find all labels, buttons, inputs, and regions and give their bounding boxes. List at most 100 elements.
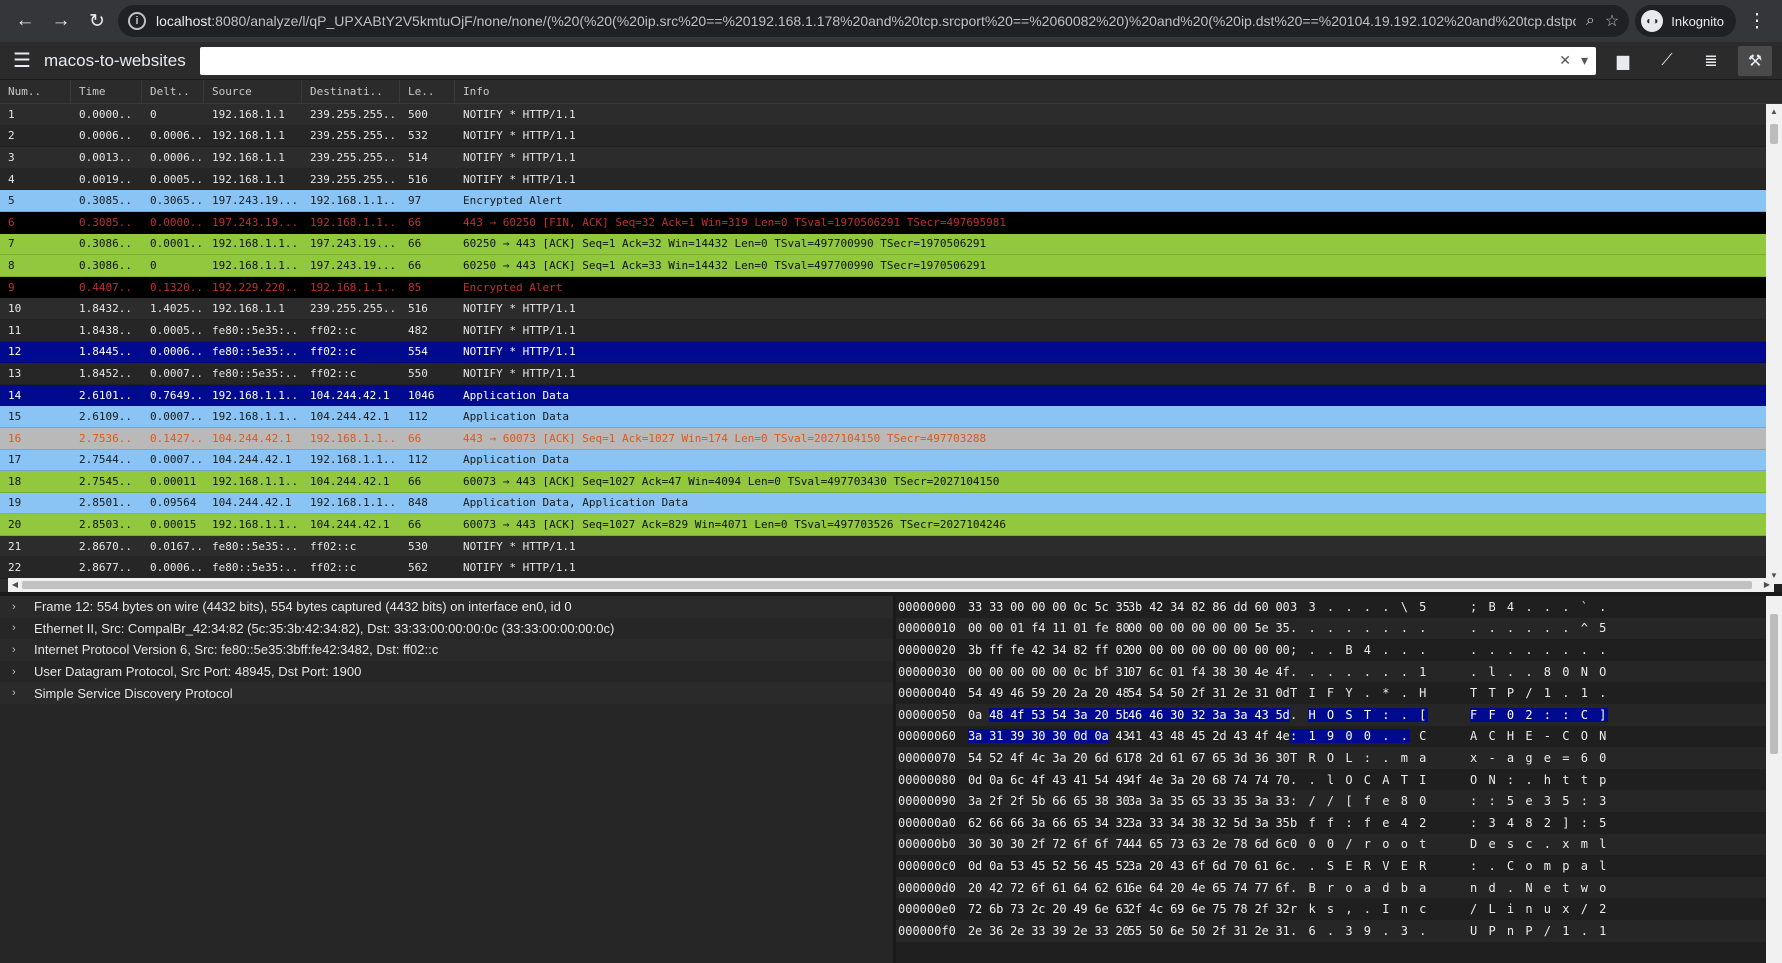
profile-button[interactable]: ◐◑ Inkognito bbox=[1635, 5, 1736, 37]
hex-offset: 000000f0 bbox=[898, 923, 956, 938]
clear-filter-icon[interactable]: ✕ bbox=[1559, 52, 1571, 69]
column-header[interactable]: Num.. bbox=[0, 80, 71, 103]
chevron-right-icon[interactable]: › bbox=[12, 644, 24, 656]
scroll-up-icon[interactable]: ▲ bbox=[1766, 104, 1782, 120]
hex-row[interactable]: 00000050 0a 48 4f 53 54 3a 20 5b 46 46 30 … bbox=[896, 703, 1782, 726]
packet-row[interactable]: 3 0.0013.. 0.0006.. 192.168.1.1 239.255.255.… bbox=[0, 147, 1766, 169]
packet-row[interactable]: 17 2.7544.. 0.0007.. 104.244.42.1 192.168.1.… bbox=[0, 449, 1766, 472]
packet-row[interactable]: 1 0.0000.. 0 192.168.1.1 239.255.255.. 500 NOT… bbox=[0, 104, 1766, 126]
packet-row[interactable]: 12 1.8445.. 0.0006.. fe80::5e35:.. ff02::c 55… bbox=[0, 341, 1766, 364]
open-file-icon[interactable]: ▆ bbox=[1606, 46, 1640, 76]
packet-row[interactable]: 8 0.3086.. 0 192.168.1.1.. 197.243.19... 66 60… bbox=[0, 255, 1766, 277]
star-icon[interactable]: ☆ bbox=[1605, 11, 1619, 31]
packet-row[interactable]: 21 2.8670.. 0.0167.. fe80::5e35:.. ff02::c 53… bbox=[0, 535, 1766, 558]
chevron-right-icon[interactable]: › bbox=[12, 622, 24, 634]
hex-bytes: 20 42 72 6f 61 64 62 61 bbox=[968, 880, 1130, 895]
hex-row[interactable]: 000000c0 0d 0a 53 45 52 56 45 52 3a 20 43 … bbox=[896, 855, 1782, 877]
hex-row[interactable]: 00000090 3a 2f 2f 5b 66 65 38 30 3a 3a 35 … bbox=[896, 790, 1782, 812]
hex-row[interactable]: 00000070 54 52 4f 4c 3a 20 6d 61 78 2d 61 … bbox=[896, 747, 1782, 769]
scroll-left-icon[interactable]: ◀ bbox=[8, 578, 22, 592]
packet-row[interactable]: 19 2.8501.. 0.09564 104.244.42.1 192.168.1.1… bbox=[0, 492, 1766, 515]
packet-row[interactable]: 13 1.8452.. 0.0007.. fe80::5e35:.. ff02::c 55… bbox=[0, 363, 1766, 385]
hex-row[interactable]: 00000010 00 00 01 f4 11 01 fe 80 00 00 00 … bbox=[896, 617, 1782, 640]
site-info-icon[interactable]: i bbox=[128, 12, 146, 30]
url-text[interactable]: localhost:8080/analyze/l/qP_UPXABtY2V5km… bbox=[156, 13, 1576, 29]
packet-cell-no: 10 bbox=[8, 302, 22, 316]
hex-bytes-2: 46 46 30 32 3a 3a 43 5d bbox=[1124, 707, 1290, 722]
column-header[interactable]: Destinati.. bbox=[302, 80, 400, 103]
packet-row[interactable]: 15 2.6109.. 0.0007.. 192.168.1.1.. 104.244.4… bbox=[0, 406, 1766, 428]
details-tree-item[interactable]: › Ethernet II, Src: CompalBr_42:34:82 (5c… bbox=[0, 618, 893, 640]
hex-scroll-thumb[interactable] bbox=[1770, 614, 1778, 754]
hex-row[interactable]: 000000f0 2e 36 2e 33 39 2e 33 20 55 50 6e … bbox=[896, 919, 1782, 942]
hex-row[interactable]: 00000080 0d 0a 6c 4f 43 41 54 49 4f 4e 3a … bbox=[896, 769, 1782, 791]
hex-row[interactable]: 00000030 00 00 00 00 00 0c bf 31 07 6c 01 … bbox=[896, 660, 1782, 683]
column-header[interactable]: Delt.. bbox=[142, 80, 204, 103]
packet-row[interactable]: 14 2.6101.. 0.7649.. 192.168.1.1.. 104.244.4… bbox=[0, 384, 1766, 407]
list-view-icon[interactable]: ≣ bbox=[1694, 46, 1728, 76]
packet-cell-delta: 1.4025.. bbox=[150, 302, 203, 316]
address-bar[interactable]: i localhost:8080/analyze/l/qP_UPXABtY2V5… bbox=[118, 5, 1630, 37]
hex-scrollbar[interactable] bbox=[1766, 596, 1782, 963]
scroll-thumb[interactable] bbox=[1770, 124, 1778, 144]
tools-wrench-icon[interactable]: ⚒ bbox=[1738, 45, 1772, 76]
packet-row[interactable]: 22 2.8677.. 0.0006.. fe80::5e35:.. ff02::c 56… bbox=[0, 557, 1766, 580]
packet-row[interactable]: 4 0.0019.. 0.0005.. 192.168.1.1 239.255.255.… bbox=[0, 168, 1766, 191]
column-header[interactable]: Le.. bbox=[400, 80, 455, 103]
browser-toolbar: ← → ↻ i localhost:8080/analyze/l/qP_UPXA… bbox=[0, 0, 1782, 42]
packet-row[interactable]: 6 0.3085.. 0.0000.. 197.243.19... 192.168.1.… bbox=[0, 211, 1766, 234]
hex-row[interactable]: 00000000 33 33 00 00 00 0c 5c 35 3b 42 34 … bbox=[896, 596, 1782, 618]
chevron-right-icon[interactable]: › bbox=[12, 687, 24, 699]
details-tree-item[interactable]: › Frame 12: 554 bytes on wire (4432 bits)… bbox=[0, 596, 893, 618]
packet-row[interactable]: 2 0.0006.. 0.0006.. 192.168.1.1 239.255.255.… bbox=[0, 125, 1766, 148]
hamburger-menu-icon[interactable]: ☰ bbox=[10, 48, 34, 73]
chevron-right-icon[interactable]: › bbox=[12, 601, 24, 613]
packet-rows: 1 0.0000.. 0 192.168.1.1 239.255.255.. 500 NOT… bbox=[0, 104, 1782, 592]
forward-arrow-icon[interactable]: → bbox=[46, 6, 76, 36]
display-filter-input[interactable] bbox=[207, 53, 1550, 68]
packet-cell-src: fe80::5e35:.. bbox=[212, 561, 299, 575]
search-icon[interactable]: ⌕ bbox=[1586, 12, 1595, 30]
packet-cell-time: 1.8432.. bbox=[79, 302, 132, 316]
details-tree-item[interactable]: › Internet Protocol Version 6, Src: fe80:… bbox=[0, 639, 893, 661]
packet-row[interactable]: 20 2.8503.. 0.00015 192.168.1.1.. 104.244.42… bbox=[0, 514, 1766, 536]
packet-row[interactable]: 10 1.8432.. 1.4025.. 192.168.1.1 239.255.255… bbox=[0, 298, 1766, 320]
packet-row[interactable]: 9 0.4407.. 0.1320.. 192.229.220.. 192.168.1.… bbox=[0, 276, 1766, 299]
back-arrow-icon[interactable]: ← bbox=[10, 6, 40, 36]
packet-list-horizontal-scrollbar[interactable]: ◀ ▶ bbox=[8, 578, 1774, 592]
hex-row[interactable]: 00000020 3b ff fe 42 34 82 ff 02 00 00 00 … bbox=[896, 639, 1782, 661]
hex-bytes-1: 00 00 01 f4 11 01 fe 80 bbox=[964, 621, 1130, 635]
hex-row[interactable]: 000000e0 72 6b 73 2c 20 49 6e 63 2f 4c 69 … bbox=[896, 898, 1782, 920]
ascii-text: b f f : f e 4 2 bbox=[1290, 815, 1429, 830]
hscroll-thumb[interactable] bbox=[22, 581, 1752, 589]
hex-bytes: 62 66 66 3a 66 65 34 32 bbox=[968, 815, 1130, 830]
details-tree-item[interactable]: › User Datagram Protocol, Src Port: 48945… bbox=[0, 661, 893, 683]
browser-menu-icon[interactable]: ⋮ bbox=[1742, 6, 1772, 36]
hex-bytes-1: 2e 36 2e 33 39 2e 33 20 bbox=[964, 924, 1130, 938]
packet-row[interactable]: 11 1.8438.. 0.0005.. fe80::5e35:.. ff02::c 48… bbox=[0, 319, 1766, 342]
details-tree-item[interactable]: › Simple Service Discovery Protocol bbox=[0, 682, 893, 704]
statistics-chart-icon[interactable]: ⟋ bbox=[1650, 46, 1684, 76]
reload-icon[interactable]: ↻ bbox=[82, 6, 112, 36]
scroll-right-icon[interactable]: ▶ bbox=[1760, 578, 1774, 592]
ascii-text: ; B 4 . . . ` . bbox=[1470, 599, 1609, 614]
hex-row[interactable]: 000000a0 62 66 66 3a 66 65 34 32 3a 33 34 … bbox=[896, 812, 1782, 834]
packet-cell-info: Application Data bbox=[463, 388, 569, 402]
hex-row[interactable]: 00000040 54 49 46 59 20 2a 20 48 54 54 50 … bbox=[896, 682, 1782, 704]
column-header[interactable]: Source bbox=[204, 80, 302, 103]
column-header[interactable]: Time bbox=[71, 80, 142, 103]
packet-row[interactable]: 16 2.7536.. 0.1427.. 104.244.42.1 192.168.1.… bbox=[0, 427, 1766, 450]
display-filter[interactable]: ✕ ▾ bbox=[199, 46, 1596, 75]
packet-row[interactable]: 5 0.3085.. 0.3065.. 197.243.19... 192.168.1.… bbox=[0, 190, 1766, 212]
chevron-right-icon[interactable]: › bbox=[12, 666, 24, 678]
packet-list-vertical-scrollbar[interactable]: ▲ ▼ bbox=[1766, 104, 1782, 584]
packet-cell-info: Application Data, Application Data bbox=[463, 496, 689, 510]
filter-dropdown-icon[interactable]: ▾ bbox=[1581, 52, 1588, 69]
column-header[interactable]: Info bbox=[455, 80, 1782, 103]
hex-row[interactable]: 000000d0 20 42 72 6f 61 64 62 61 6e 64 20 … bbox=[896, 876, 1782, 899]
packet-row[interactable]: 18 2.7545.. 0.00011 192.168.1.1.. 104.244.42… bbox=[0, 471, 1766, 493]
hex-row[interactable]: 00000060 3a 31 39 30 30 0d 0a 43 41 43 48 … bbox=[896, 726, 1782, 748]
hex-row[interactable]: 000000b0 30 30 30 2f 72 6f 6f 74 44 65 73 … bbox=[896, 833, 1782, 856]
packet-cell-info: 60250 → 443 [ACK] Seq=1 Ack=33 Win=14432… bbox=[463, 258, 987, 272]
packet-row[interactable]: 7 0.3086.. 0.0001.. 192.168.1.1.. 197.243.19… bbox=[0, 233, 1766, 256]
